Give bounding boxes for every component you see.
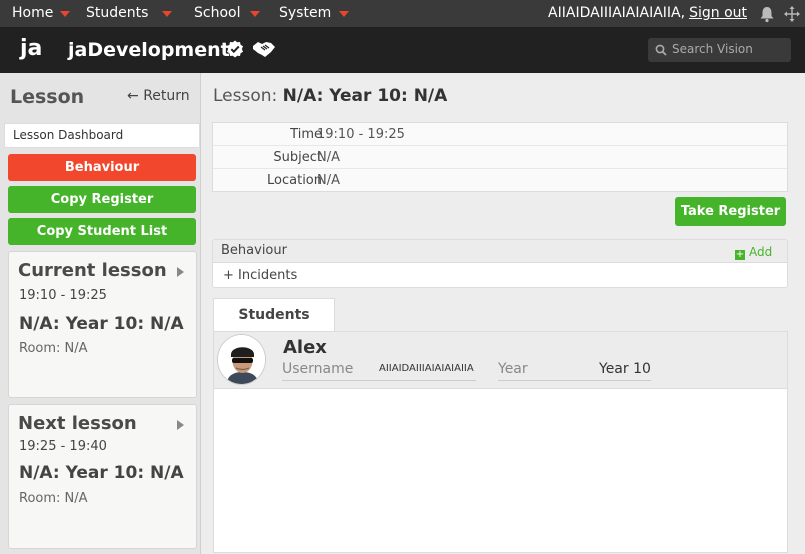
- sidebar: Lesson ← Return Lesson Dashboard Behavio…: [0, 73, 201, 554]
- current-lesson-name: N/A: Year 10: N/A: [19, 314, 184, 334]
- info-value: N/A: [317, 150, 340, 165]
- search-placeholder: Search Vision: [672, 42, 753, 56]
- add-label: Add: [749, 245, 773, 259]
- behaviour-button[interactable]: Behaviour: [8, 154, 196, 181]
- behaviour-panel-title: Behaviour: [221, 243, 287, 258]
- username-underline: [282, 380, 476, 381]
- brand-bar: ja jaDevelopment Search Vision: [0, 27, 805, 73]
- sign-out-link[interactable]: Sign out: [689, 5, 747, 21]
- username-label: Username: [282, 361, 354, 377]
- top-nav: Home Students School System AIIAIDAIIIAI…: [0, 0, 805, 27]
- student-name[interactable]: Alex: [283, 337, 327, 358]
- info-value: N/A: [317, 173, 340, 188]
- next-lesson-name: N/A: Year 10: N/A: [19, 463, 184, 483]
- plus-icon: +: [735, 249, 745, 260]
- info-row-location: Location N/A: [213, 169, 787, 192]
- year-value: Year 10: [599, 361, 651, 377]
- info-value: 19:10 - 19:25: [317, 127, 405, 142]
- nav-system-label: System: [279, 5, 332, 21]
- chevron-down-icon: [339, 11, 350, 17]
- search-input[interactable]: Search Vision: [648, 38, 791, 62]
- nav-school[interactable]: School: [194, 5, 261, 21]
- nav-home[interactable]: Home: [12, 5, 71, 21]
- chevron-right-icon: [177, 420, 184, 430]
- copy-student-list-button[interactable]: Copy Student List: [8, 218, 196, 245]
- return-link[interactable]: ← Return: [127, 88, 190, 104]
- next-lesson-time: 19:25 - 19:40: [19, 439, 107, 454]
- add-behaviour-button[interactable]: + Add: [735, 245, 772, 260]
- behaviour-panel: Behaviour + Incidents: [212, 239, 788, 288]
- chevron-down-icon: [162, 11, 173, 17]
- arrow-left-icon: ←: [127, 88, 139, 104]
- incidents-toggle[interactable]: + Incidents: [223, 268, 297, 283]
- nav-home-label: Home: [12, 5, 54, 21]
- lesson-info-table: Time 19:10 - 19:25 Subject N/A Location …: [212, 122, 788, 192]
- current-lesson-card[interactable]: Current lesson 19:10 - 19:25 N/A: Year 1…: [8, 251, 197, 398]
- year-label: Year: [498, 361, 528, 377]
- current-lesson-room: Room: N/A: [19, 341, 88, 356]
- nav-school-label: School: [194, 5, 241, 21]
- sidebar-title: Lesson: [10, 86, 85, 108]
- avatar: [217, 334, 266, 385]
- next-lesson-room: Room: N/A: [19, 491, 88, 506]
- next-lesson-card[interactable]: Next lesson 19:25 - 19:40 N/A: Year 10: …: [8, 404, 197, 549]
- info-row-time: Time 19:10 - 19:25: [213, 123, 787, 146]
- search-icon: [655, 44, 667, 56]
- nav-students-label: Students: [86, 5, 149, 21]
- page-title-prefix: Lesson:: [213, 86, 278, 106]
- verified-badge-icon: [227, 40, 243, 58]
- username-value: AIIAIDAIIIAIAIAIAIIA: [379, 363, 474, 374]
- current-lesson-time: 19:10 - 19:25: [19, 288, 107, 303]
- students-panel: Alex Username AIIAIDAIIIAIAIAIAIIA Year …: [213, 331, 788, 553]
- year-underline: [498, 380, 651, 381]
- nav-system[interactable]: System: [279, 5, 350, 21]
- info-key: Location: [267, 173, 322, 188]
- copy-register-button[interactable]: Copy Register: [8, 186, 196, 213]
- nav-students[interactable]: Students: [86, 5, 173, 21]
- handshake-icon: [253, 42, 275, 57]
- page-title: Lesson: N/A: Year 10: N/A: [213, 86, 447, 106]
- tab-students[interactable]: Students: [213, 298, 335, 332]
- lesson-dashboard-link[interactable]: Lesson Dashboard: [4, 123, 200, 148]
- user-area: AIIAIDAIIIAIAIAIAIIA, Sign out: [548, 5, 747, 21]
- app-logo[interactable]: ja: [20, 36, 42, 61]
- page-title-value: N/A: Year 10: N/A: [282, 86, 448, 106]
- chevron-down-icon: [60, 11, 71, 17]
- student-row[interactable]: Alex Username AIIAIDAIIIAIAIAIAIIA Year …: [214, 332, 787, 389]
- student-photo: [218, 335, 265, 384]
- info-row-subject: Subject N/A: [213, 146, 787, 169]
- move-icon[interactable]: [783, 5, 801, 23]
- bell-icon[interactable]: [758, 5, 776, 23]
- return-label: Return: [143, 88, 190, 104]
- behaviour-panel-header: Behaviour: [213, 240, 787, 263]
- chevron-right-icon: [177, 267, 184, 277]
- user-name: AIIAIDAIIIAIAIAIAIIA,: [548, 5, 686, 21]
- take-register-button[interactable]: Take Register: [675, 197, 786, 226]
- brand-title: jaDevelopment: [68, 39, 230, 61]
- current-lesson-title: Current lesson: [18, 260, 167, 281]
- chevron-down-icon: [250, 11, 261, 17]
- next-lesson-title: Next lesson: [18, 413, 137, 434]
- info-key: Subject: [273, 150, 322, 165]
